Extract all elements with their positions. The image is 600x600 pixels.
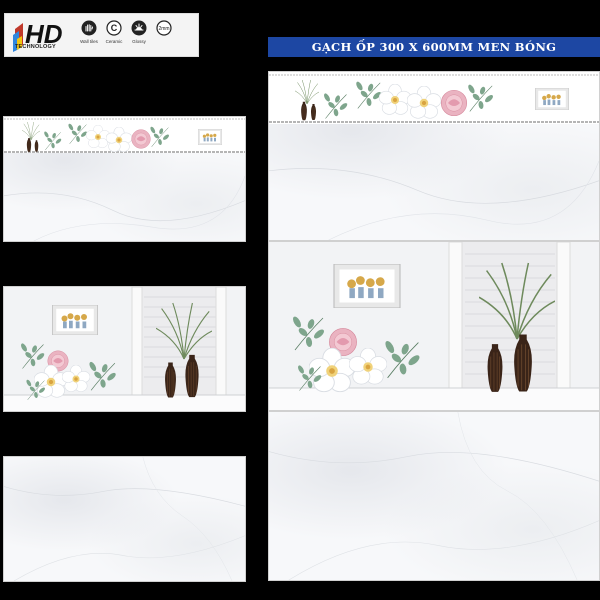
ceramic-c-icon: C (106, 20, 122, 36)
logo-subtitle: TECHNOLOGY (15, 44, 56, 50)
scene-artwork (269, 242, 599, 410)
tile-plain-right (268, 411, 600, 581)
feature-glossy: Glossy (125, 20, 153, 44)
thickness-icon: 2mm (156, 20, 172, 36)
decor-band (269, 72, 599, 124)
product-title: GẠCH ỐP 300 X 600MM MEN BÓNG (311, 40, 557, 54)
wall-hand-icon (81, 20, 97, 36)
tile-border-left (3, 116, 246, 242)
thickness-badge: 2mm (158, 26, 169, 32)
feature-label: Wall tiles (80, 39, 98, 44)
marble-veins (4, 457, 245, 581)
brand-logo-panel: HD TECHNOLOGY Wall tiles C Ceramic Gloss… (4, 13, 199, 57)
marble-veins (269, 412, 599, 580)
scene-artwork (4, 287, 245, 411)
tile-scene-left (3, 286, 246, 412)
feature-ceramic: C Ceramic (100, 20, 128, 44)
svg-text:C: C (111, 23, 118, 33)
feature-label: Ceramic (105, 39, 123, 44)
feature-wall-tiles: Wall tiles (75, 20, 103, 44)
product-title-bar: GẠCH ỐP 300 X 600MM MEN BÓNG (268, 37, 600, 57)
glossy-icon (131, 20, 147, 36)
feature-label: Glossy (132, 39, 146, 44)
feature-thickness: 2mm (150, 20, 178, 36)
tile-plain-left (3, 456, 246, 582)
tile-scene-right (268, 241, 600, 411)
tile-border-right (268, 71, 600, 241)
decor-band (4, 117, 245, 153)
